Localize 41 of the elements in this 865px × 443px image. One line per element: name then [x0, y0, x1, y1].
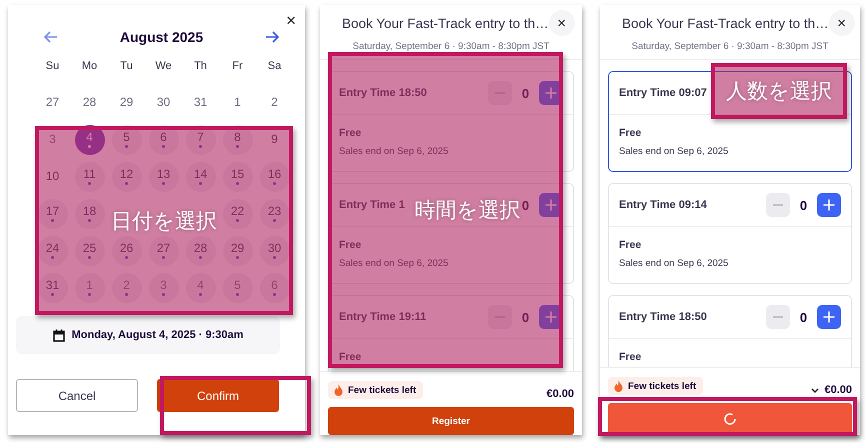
- quantity-value: 0: [798, 198, 808, 212]
- ticket-price: Free: [619, 239, 642, 251]
- sales-end-text: Sales end on Sep 6, 2025: [339, 146, 450, 157]
- weekday-label: Su: [46, 60, 60, 72]
- quantity-value: 0: [520, 86, 530, 100]
- badge-text: Few tickets left: [348, 384, 416, 396]
- ticket-name: Entry Time 18:50: [339, 87, 427, 99]
- annotation-label: 日付を選択: [111, 208, 217, 234]
- badge-text: Few tickets left: [628, 380, 696, 392]
- sales-end-text: Sales end on Sep 6, 2025: [619, 146, 730, 157]
- ticket-price: Free: [619, 351, 642, 363]
- ticket-name: Entry Time 09:14: [619, 199, 707, 211]
- ticket-name: Entry Time 1: [339, 199, 405, 211]
- ticket-price: Free: [619, 127, 642, 139]
- event-date-text: Saturday, September 6 · 9:30am - 8:30pm JST: [320, 41, 582, 60]
- weekday-label: Fr: [232, 60, 243, 72]
- weekday-label: Mo: [82, 60, 98, 72]
- sales-end-text: Sales end on Sep 6, 2025: [619, 258, 730, 269]
- ticket-name: Entry Time 19:11: [339, 311, 426, 323]
- total-price: €0.00: [546, 388, 574, 400]
- ticket-price: Free: [339, 351, 362, 363]
- weekday-label: We: [155, 60, 172, 72]
- event-date-text: Saturday, September 6 · 9:30am - 8:30pm JST: [600, 41, 860, 60]
- selected-date-text: Monday, August 4, 2025 · 9:30am: [72, 329, 244, 341]
- quantity-value: 0: [798, 310, 808, 324]
- month-title: August 2025: [120, 29, 204, 45]
- ticket-price: Free: [339, 239, 362, 251]
- ticket-price: Free: [339, 127, 362, 139]
- ticket-name: Entry Time 09:07: [619, 87, 707, 99]
- annotation-label: 時間を選択: [414, 197, 520, 224]
- event-title: Book Your Fast-Track entry to th…: [341, 16, 549, 30]
- quantity-value: 0: [520, 198, 530, 212]
- weekday-label: Sa: [268, 60, 282, 72]
- annotation-label: 人数を選択: [726, 78, 832, 105]
- total-price: €0.00: [824, 384, 852, 396]
- weekday-label: Th: [194, 60, 207, 72]
- quantity-value: 0: [520, 310, 530, 324]
- event-title: Book Your Fast-Track entry to th…: [621, 16, 829, 30]
- ticket-name: Entry Time 18:50: [619, 311, 707, 323]
- weekday-label: Tu: [120, 60, 133, 72]
- sales-end-text: Sales end on Sep 6, 2025: [339, 258, 450, 269]
